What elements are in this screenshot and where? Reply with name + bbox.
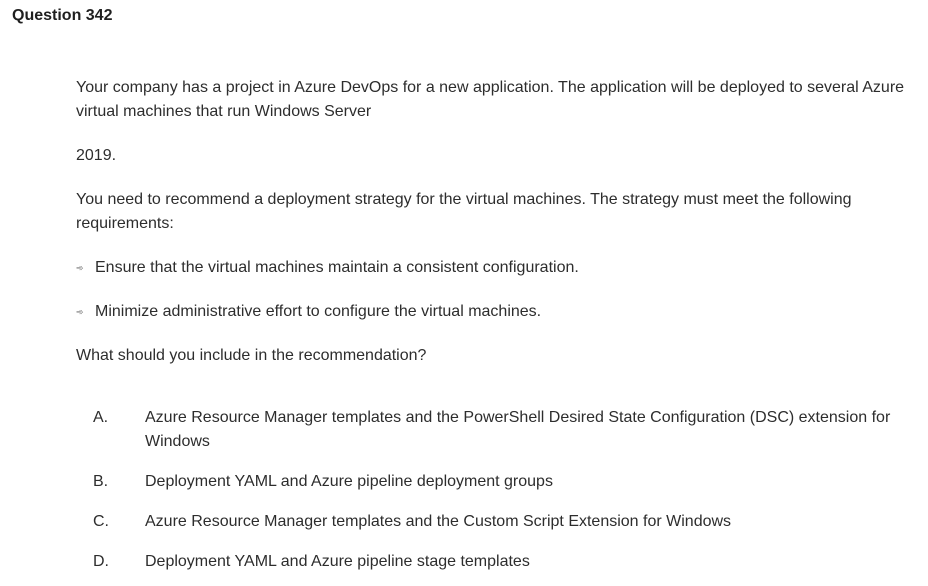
option-letter: D. [93, 553, 109, 570]
question-need: You need to recommend a deployment strat… [76, 191, 852, 232]
requirement-text: Ensure that the virtual machines maintai… [95, 259, 579, 276]
question-intro-continued: 2019. [76, 147, 117, 164]
question-intro: Your company has a project in Azure DevO… [76, 79, 905, 120]
option-letter: C. [93, 513, 109, 530]
question-ask: What should you include in the recommend… [76, 347, 427, 364]
option-text: Azure Resource Manager templates and the… [145, 513, 732, 530]
option-letter: B. [93, 473, 109, 490]
option-text: Deployment YAML and Azure pipeline deplo… [145, 473, 553, 490]
requirement-item: ➾ Ensure that the virtual machines maint… [76, 256, 579, 280]
question-title: Question 342 [12, 7, 113, 24]
arrow-bullet-icon: ➾ [76, 307, 84, 317]
option-text: Deployment YAML and Azure pipeline stage… [145, 553, 530, 570]
option-letter: A. [93, 409, 109, 426]
option-text: Azure Resource Manager templates and the… [145, 409, 891, 450]
requirement-item: ➾ Minimize administrative effort to conf… [76, 300, 541, 324]
arrow-bullet-icon: ➾ [76, 263, 84, 273]
requirement-text: Minimize administrative effort to config… [95, 303, 542, 320]
